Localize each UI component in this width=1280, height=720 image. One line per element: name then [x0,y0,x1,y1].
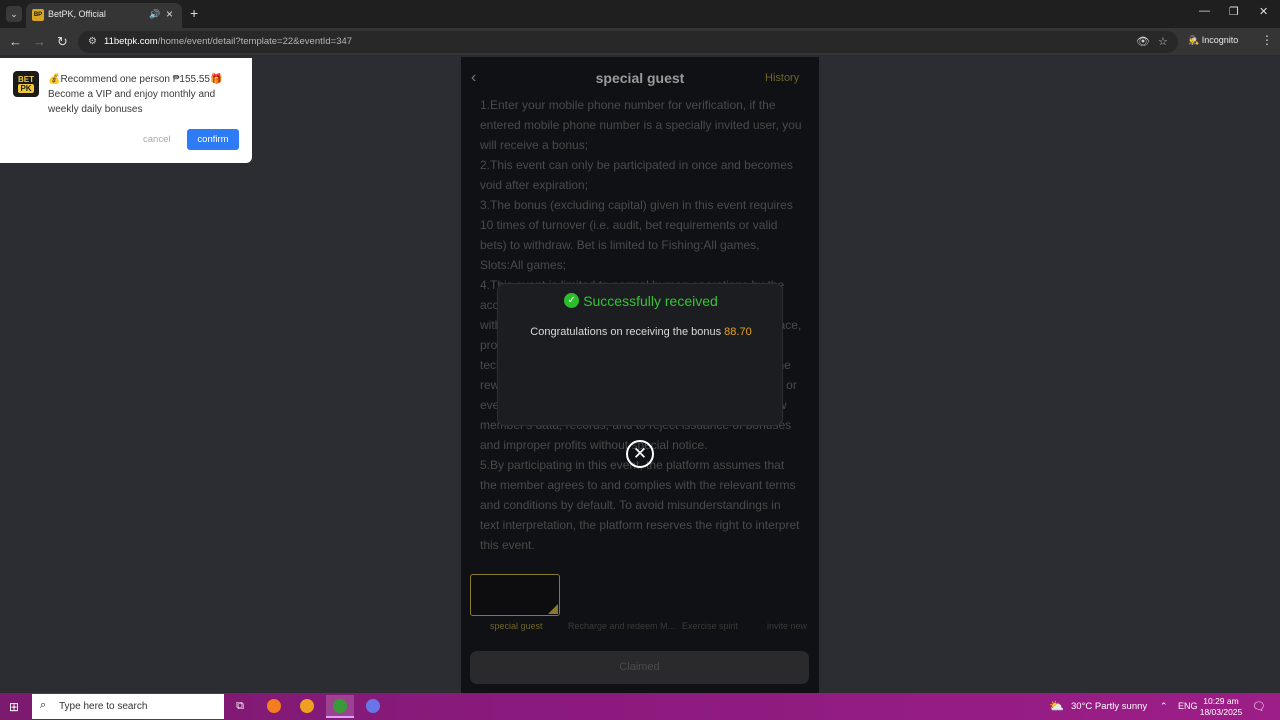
bonus-amount: 88.70 [724,326,752,338]
tab-label-recharge[interactable]: Recharge and redeem M... [568,621,675,631]
kebab-icon[interactable]: ⋮ [1261,33,1273,47]
language-indicator[interactable]: ENG [1178,701,1198,711]
task-view-icon[interactable]: ⧉ [226,695,254,718]
tab-label-special-guest[interactable]: special guest [490,621,543,631]
rule-1: 1.Enter your mobile phone number for ver… [480,98,802,152]
minimize-icon[interactable]: — [1199,5,1210,17]
search-placeholder: Type here to search [59,701,148,712]
tab-title: BetPK, Official [48,9,106,19]
taskbar-clock[interactable]: 10:29 am 18/03/2025 [1199,696,1243,718]
rule-3-cont: Slots:All games; [480,258,567,272]
windows-start-icon[interactable]: ⊞ [9,700,19,714]
browser-tab-bar: ⌄ BP BetPK, Official 🔊 × + — ❐ ✕ [0,0,1280,28]
browser-tab[interactable]: BP BetPK, Official 🔊 × [26,3,182,28]
window-close-icon[interactable]: ✕ [1259,5,1268,18]
chrome-icon[interactable] [326,695,354,718]
arrow-left-icon[interactable]: ← [9,34,22,50]
history-link[interactable]: History [765,72,799,84]
success-modal: ✓ Successfully received Congratulations o… [497,283,783,426]
confirm-button[interactable]: confirm [187,129,239,150]
modal-title: Successfully received [583,292,718,309]
rule-3: 3.The bonus (excluding capital) given in… [480,198,793,252]
notification-center-icon[interactable]: 🗨 [1252,700,1266,713]
notification-line-1: 💰Recommend one person ₱155.55🎁 [48,74,223,85]
incognito-badge[interactable]: 🕵 Incognito [1188,35,1238,46]
restore-icon[interactable]: ❐ [1229,5,1239,18]
rule-5: 5.By participating in this event, the pl… [480,458,800,552]
tray-chevron-icon[interactable]: ⌃ [1160,701,1168,712]
star-icon[interactable]: ☆ [1158,35,1168,48]
rule-2: 2.This event can only be participated in… [480,158,793,192]
windows-taskbar: ⊞ ⌕ Type here to search ⧉ ⛅ 30°C Partly … [0,693,1280,720]
taskbar-search-input[interactable]: ⌕ Type here to search [32,694,224,719]
clock-date: 18/03/2025 [1199,707,1243,717]
modal-header: ✓ Successfully received [498,292,784,310]
notification-text: 💰Recommend one person ₱155.55🎁 Become a … [48,72,244,117]
firefox-icon[interactable] [260,695,288,718]
tab-special-guest[interactable] [470,574,560,616]
reload-icon[interactable]: ↻ [57,34,68,50]
tab-label-invite[interactable]: invite new [767,621,807,631]
weather-sun-cloud-icon[interactable]: ⛅ [1049,699,1064,713]
claimed-button[interactable]: Claimed [470,651,809,684]
arrow-right-icon[interactable]: → [33,34,46,50]
tab-label-exercise[interactable]: Exercise spirit [682,621,738,631]
cancel-button[interactable]: cancel [143,134,170,145]
modal-message: Congratulations on receiving the bonus 8… [530,326,752,338]
url-text[interactable]: 11betpk.com/home/event/detail?template=2… [104,36,352,47]
discord-icon[interactable] [359,695,387,718]
betpk-logo: BET PK [13,71,39,97]
eye-off-icon[interactable]: 👁 [1136,35,1150,48]
plus-icon[interactable]: + [190,5,198,21]
close-circle-icon[interactable]: ✕ [626,440,654,468]
speaker-icon[interactable]: 🔊 [149,9,160,20]
check-circle-icon: ✓ [564,293,580,309]
betpk-favicon-icon: BP [32,9,44,21]
selected-corner-icon [548,604,558,614]
notification-line-2: Become a VIP and enjoy monthly and weekl… [48,89,216,115]
close-icon[interactable]: × [166,7,173,21]
chevron-down-icon[interactable]: ⌄ [6,6,22,22]
clock-time: 10:29 am [1203,696,1239,706]
address-bar[interactable]: ⚙ 11betpk.com/home/event/detail?template… [78,31,1178,53]
search-icon: ⌕ [40,699,47,711]
browser-toolbar: ← → ↻ ⚙ 11betpk.com/home/event/detail?te… [0,28,1280,56]
weather-text[interactable]: 30°C Partly sunny [1071,701,1147,712]
vip-notification: BET PK 💰Recommend one person ₱155.55🎁 Bec… [0,58,252,163]
brave-icon[interactable] [293,695,321,718]
event-tabs: special guest Recharge and redeem M... E… [470,574,819,634]
site-info-icon[interactable]: ⚙ [88,36,97,47]
